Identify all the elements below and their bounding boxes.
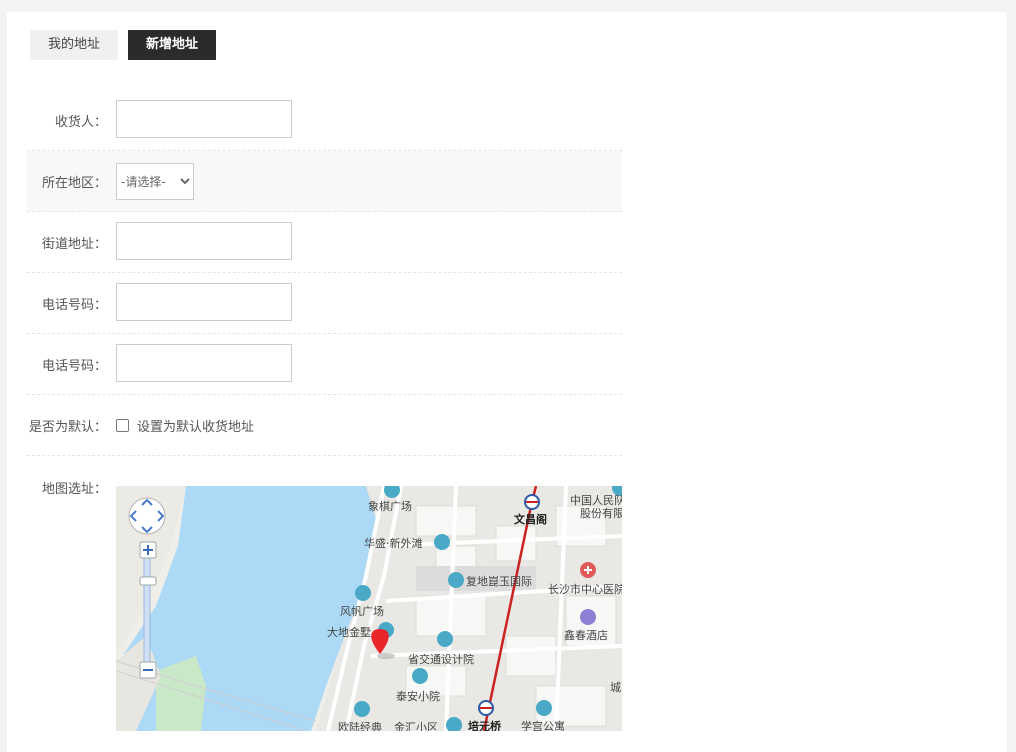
default-label: 是否为默认： <box>28 420 107 435</box>
default-checkbox[interactable] <box>116 419 129 432</box>
phone1-label: 电话号码： <box>41 298 107 313</box>
phone2-input[interactable] <box>116 344 292 382</box>
map-label: 地图选址： <box>41 482 107 497</box>
tab-new-address[interactable]: 新增地址 <box>128 30 216 60</box>
map-place-dadi: 大地金墅 <box>327 625 371 639</box>
phone1-row: 电话号码： <box>27 273 622 334</box>
phone2-label: 电话号码： <box>41 359 107 374</box>
map-place-wenchangge: 文昌阁 <box>514 512 547 526</box>
map-place-taian: 泰安小院 <box>396 689 440 703</box>
map-pan-control[interactable] <box>128 497 166 535</box>
phone1-input[interactable] <box>116 283 292 321</box>
default-row: 是否为默认： 设置为默认收货地址 <box>27 395 622 456</box>
map-picker[interactable]: 象棋广场 文昌阁 中国人民队 股份有限 华盛·新外滩 复地崑玉国际 长沙市中心医… <box>116 486 622 731</box>
region-label: 所在地区： <box>41 176 107 191</box>
tab-my-address[interactable]: 我的地址 <box>30 30 118 60</box>
street-label: 街道地址： <box>41 237 107 252</box>
map-place-peiyuan: 培元桥 <box>468 719 502 731</box>
region-row: 所在地区： -请选择- <box>27 151 622 212</box>
default-checkbox-label[interactable]: 设置为默认收货地址 <box>137 416 254 435</box>
street-input[interactable] <box>116 222 292 260</box>
map-place-shengjiao: 省交通设计院 <box>408 652 474 666</box>
map-place-xuegong: 学宫公寓 <box>521 719 565 731</box>
map-place-fengfan: 风帆广场 <box>340 604 384 618</box>
recipient-label: 收货人： <box>54 115 107 130</box>
map-place-fudi: 复地崑玉国际 <box>466 574 532 588</box>
map-place-changsha: 长沙市中心医院 <box>548 582 622 596</box>
recipient-input[interactable] <box>116 100 292 138</box>
phone2-row: 电话号码： <box>27 334 622 395</box>
map-place-cheng: 城 <box>610 681 621 694</box>
map-place-renmin2: 股份有限 <box>580 506 622 520</box>
map-place-xiangqi: 象棋广场 <box>368 499 412 513</box>
region-select[interactable]: -请选择- <box>116 163 194 200</box>
map-place-jinhui: 金汇小区 <box>394 720 438 731</box>
recipient-row: 收货人： <box>27 90 622 151</box>
map-place-oulu: 欧陆经典 <box>338 720 382 731</box>
map-place-xinchun: 鑫春酒店 <box>564 628 608 642</box>
map-place-huasheng: 华盛·新外滩 <box>364 536 423 550</box>
street-row: 街道地址： <box>27 212 622 273</box>
map-place-renmin1: 中国人民队 <box>570 493 622 507</box>
